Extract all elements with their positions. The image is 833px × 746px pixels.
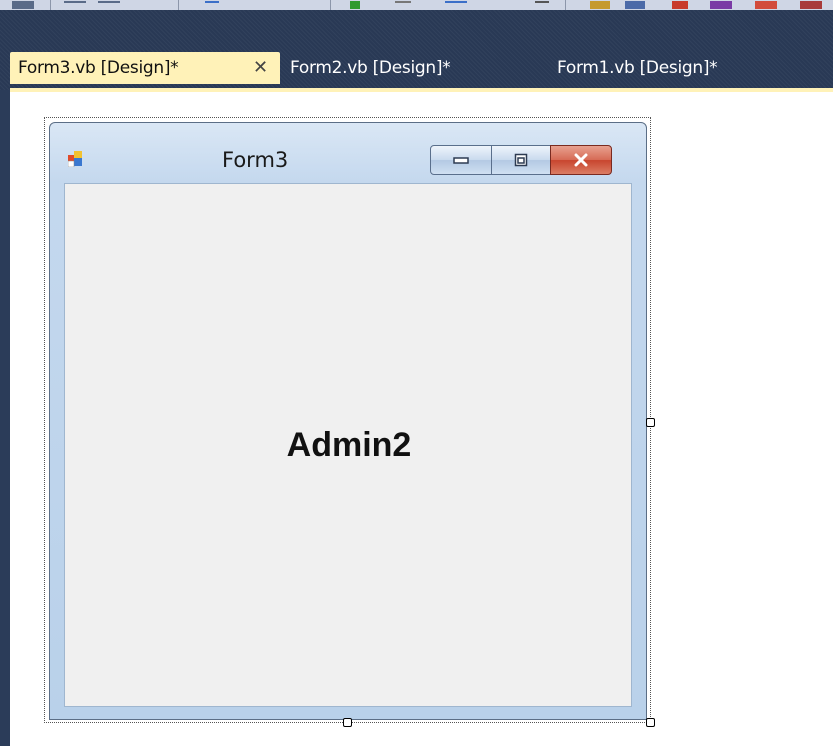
toolbar-icon[interactable] <box>710 1 732 9</box>
align-icon[interactable] <box>64 1 86 10</box>
toolbar-icon[interactable] <box>535 1 549 10</box>
start-icon[interactable] <box>350 1 360 9</box>
toolbar-icon[interactable] <box>755 1 777 9</box>
toolbar-icon[interactable] <box>800 1 822 9</box>
minimize-button[interactable] <box>430 145 492 175</box>
form-window[interactable]: Form3 Admin2 <box>49 122 647 720</box>
maximize-icon <box>514 153 528 167</box>
form-title: Form3 <box>222 148 289 172</box>
toolbar-icon[interactable] <box>625 1 645 9</box>
resize-handle-corner[interactable] <box>646 718 655 727</box>
toolbar-icon[interactable] <box>445 1 467 10</box>
form-app-icon <box>68 151 82 167</box>
toolbar <box>0 0 833 10</box>
resize-handle-bottom[interactable] <box>343 718 352 727</box>
admin-label[interactable]: Admin2 <box>65 426 633 465</box>
maximize-button[interactable] <box>491 145 551 175</box>
toolbar-separator <box>565 0 566 10</box>
tab-label: Form2.vb [Design]* <box>290 58 451 78</box>
toolbar-icon[interactable] <box>395 1 411 10</box>
tab-label: Form1.vb [Design]* <box>557 58 718 78</box>
close-tab-icon[interactable]: ✕ <box>253 52 268 84</box>
toolbar-icon[interactable] <box>12 1 34 9</box>
tab-form3-design[interactable]: Form3.vb [Design]* ✕ <box>10 52 280 84</box>
minimize-icon <box>453 157 469 164</box>
active-tab-underline <box>10 88 833 92</box>
tab-label: Form3.vb [Design]* <box>18 58 179 78</box>
form-client-area[interactable]: Admin2 <box>64 183 632 707</box>
toolbar-separator <box>330 0 331 10</box>
tab-form2-design[interactable]: Form2.vb [Design]* <box>290 52 451 84</box>
toolbar-separator <box>50 0 51 10</box>
close-button[interactable] <box>550 145 612 175</box>
toolbar-icon[interactable] <box>590 1 610 9</box>
toolbar-separator <box>178 0 179 10</box>
delete-icon[interactable] <box>672 1 688 9</box>
close-icon <box>574 153 588 167</box>
undo-icon[interactable] <box>205 1 219 10</box>
align-icon[interactable] <box>98 1 120 10</box>
document-tab-bar: Form3.vb [Design]* ✕ Form2.vb [Design]* … <box>0 10 833 90</box>
resize-handle-right[interactable] <box>646 418 655 427</box>
left-edge <box>0 90 10 746</box>
tab-form1-design[interactable]: Form1.vb [Design]* <box>557 52 718 84</box>
